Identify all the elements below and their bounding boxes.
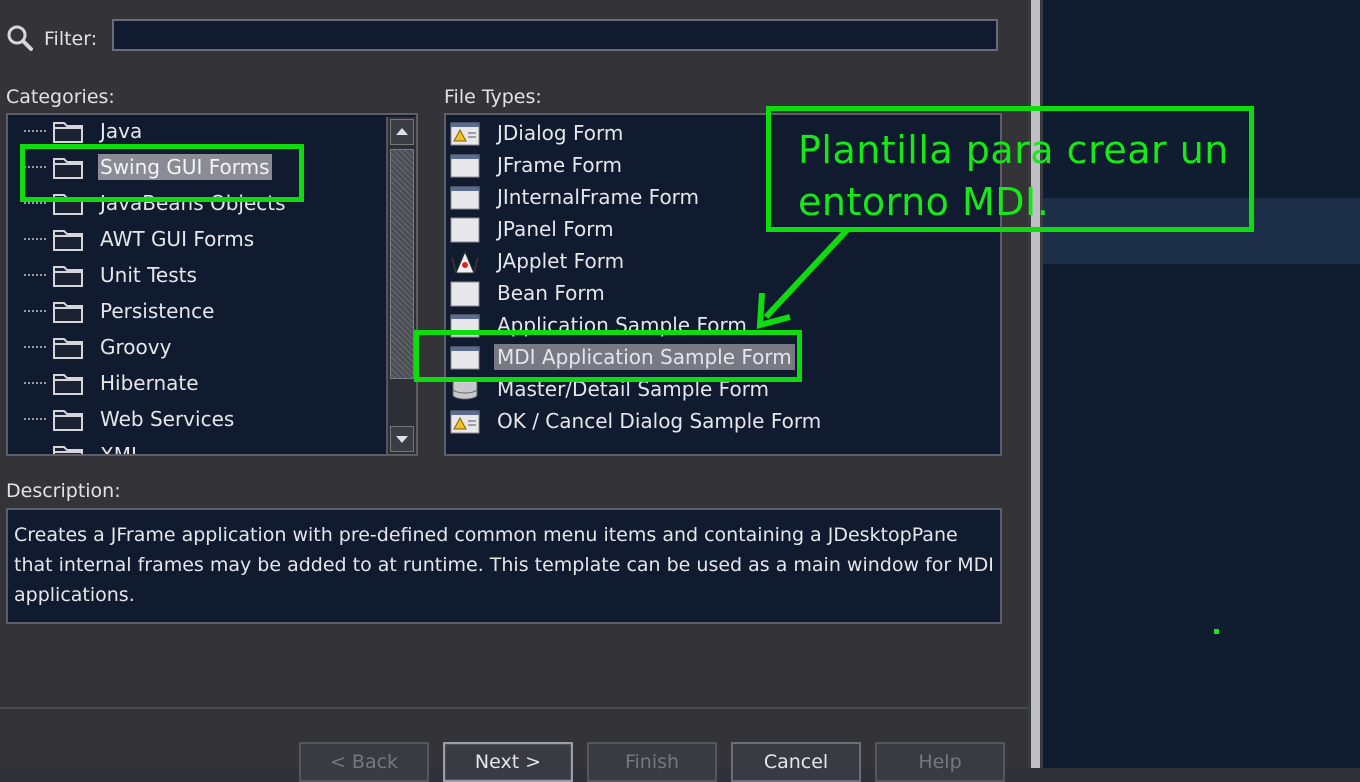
category-item[interactable]: AWT GUI Forms [8, 221, 388, 257]
category-item[interactable]: Web Services [8, 401, 388, 437]
file-type-item[interactable]: Bean Form [446, 278, 1000, 310]
tree-connector [24, 274, 46, 276]
folder-icon [52, 406, 84, 432]
chevron-down-icon [396, 436, 408, 443]
file-type-item[interactable]: OK / Cancel Dialog Sample Form [446, 406, 1000, 438]
file-type-label: JInternalFrame Form [497, 185, 700, 209]
category-label: AWT GUI Forms [100, 227, 255, 251]
panel-icon [450, 281, 480, 307]
category-label: XML [100, 443, 143, 456]
frame-icon [450, 185, 480, 211]
cancel-button[interactable]: Cancel [731, 742, 861, 782]
tree-connector [24, 202, 46, 204]
chevron-up-icon [396, 128, 408, 135]
filter-label: Filter: [44, 28, 98, 50]
annotation-highlight-mdi [414, 330, 802, 382]
file-type-label: Bean Form [497, 281, 605, 305]
file-type-label: JFrame Form [497, 153, 622, 177]
file-type-label: JApplet Form [497, 249, 625, 273]
tree-connector [24, 418, 46, 420]
scroll-thumb[interactable] [390, 149, 414, 379]
frame-icon [450, 153, 480, 179]
back-button[interactable]: < Back [299, 742, 429, 782]
file-type-label: JDialog Form [497, 121, 624, 145]
category-item[interactable]: Unit Tests [8, 257, 388, 293]
tree-connector [24, 346, 46, 348]
category-item[interactable]: XML [8, 437, 388, 456]
file-type-label: OK / Cancel Dialog Sample Form [497, 409, 822, 433]
folder-icon [52, 442, 84, 454]
scroll-up-button[interactable] [390, 119, 414, 145]
help-button[interactable]: Help [875, 742, 1005, 782]
separator [0, 707, 1028, 709]
category-item[interactable]: Hibernate [8, 365, 388, 401]
tree-connector [24, 130, 46, 132]
dialog-warning-icon [450, 121, 480, 147]
category-label: Groovy [100, 335, 172, 359]
description-text: Creates a JFrame application with pre-de… [6, 508, 1002, 624]
folder-icon [52, 118, 84, 144]
category-label: Persistence [100, 299, 215, 323]
category-label: Java [100, 119, 143, 143]
category-label: Hibernate [100, 371, 199, 395]
category-item[interactable]: Persistence [8, 293, 388, 329]
categories-label: Categories: [6, 86, 115, 108]
tree-connector [24, 454, 46, 456]
annotation-highlight-swing [20, 144, 304, 202]
next-button[interactable]: Next > [443, 742, 573, 782]
tree-connector [24, 238, 46, 240]
finish-button[interactable]: Finish [587, 742, 717, 782]
annotation-arrow-icon [756, 226, 851, 329]
tree-connector [24, 382, 46, 384]
scroll-down-button[interactable] [390, 426, 414, 452]
annotation-line-1: Plantilla para crear un [798, 128, 1229, 172]
category-label: Web Services [100, 407, 235, 431]
filter-input[interactable] [112, 19, 998, 51]
file-types-label: File Types: [444, 86, 542, 108]
description-label: Description: [6, 480, 121, 502]
panel-icon [450, 217, 480, 243]
file-type-item[interactable]: JApplet Form [446, 246, 1000, 278]
folder-icon [52, 226, 84, 252]
folder-icon [52, 334, 84, 360]
folder-icon [52, 262, 84, 288]
file-type-label: JPanel Form [497, 217, 614, 241]
dialog-warning-icon [450, 409, 480, 435]
annotation-line-2: entorno MDI. [798, 180, 1050, 224]
folder-icon [52, 298, 84, 324]
folder-icon [52, 370, 84, 396]
search-icon [7, 25, 33, 51]
annotation-text: Plantilla para crear un entorno MDI. [798, 124, 1229, 228]
categories-scrollbar[interactable] [386, 117, 416, 454]
applet-duke-icon [450, 249, 480, 275]
category-label: Unit Tests [100, 263, 197, 287]
category-item[interactable]: Groovy [8, 329, 388, 365]
annotation-dot [1214, 629, 1219, 634]
tree-connector [24, 310, 46, 312]
